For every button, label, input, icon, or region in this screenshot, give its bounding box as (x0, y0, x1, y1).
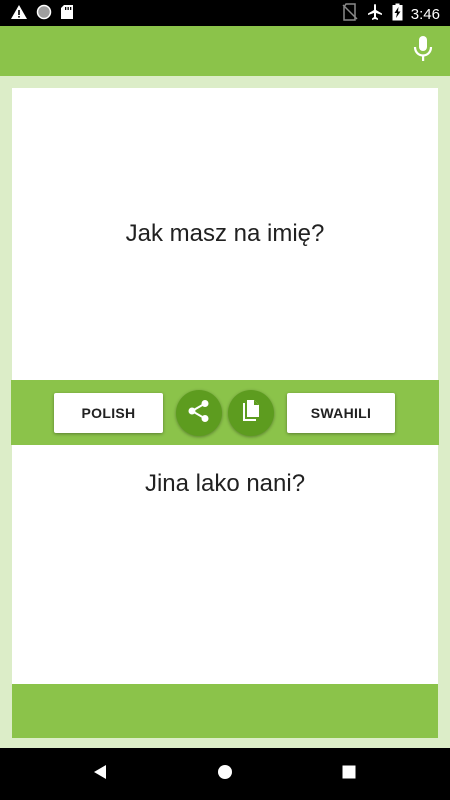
status-time: 3:46 (410, 5, 440, 23)
source-text-panel[interactable]: Jak masz na imię? (12, 88, 438, 380)
language-controls-bar: POLISH SWAHILI (11, 380, 439, 445)
nav-home-button[interactable] (215, 764, 235, 784)
bottom-banner (12, 684, 438, 738)
share-button[interactable] (176, 390, 222, 436)
battery-charging-icon (392, 3, 403, 26)
status-bar: 3:46 (0, 0, 450, 26)
recents-icon (342, 765, 356, 784)
no-sim-icon (342, 3, 358, 26)
target-language-button[interactable]: SWAHILI (287, 393, 395, 433)
mic-icon (412, 35, 434, 68)
mic-button[interactable] (408, 35, 438, 68)
target-text-panel: Jina lako nani? (12, 445, 438, 684)
back-icon (92, 764, 108, 785)
share-icon (186, 398, 212, 429)
source-language-button[interactable]: POLISH (54, 393, 163, 433)
sd-card-icon (60, 4, 74, 25)
circle-icon (36, 4, 52, 25)
airplane-icon (366, 3, 384, 26)
nav-back-button[interactable] (90, 764, 110, 784)
app-bar (0, 26, 450, 76)
home-icon (217, 764, 233, 785)
warning-icon (10, 4, 28, 25)
target-text: Jina lako nani? (144, 470, 306, 497)
copy-icon (240, 399, 262, 428)
nav-recents-button[interactable] (339, 764, 359, 784)
system-nav-bar (0, 748, 450, 800)
copy-button[interactable] (228, 390, 274, 436)
source-text[interactable]: Jak masz na imię? (12, 220, 438, 248)
